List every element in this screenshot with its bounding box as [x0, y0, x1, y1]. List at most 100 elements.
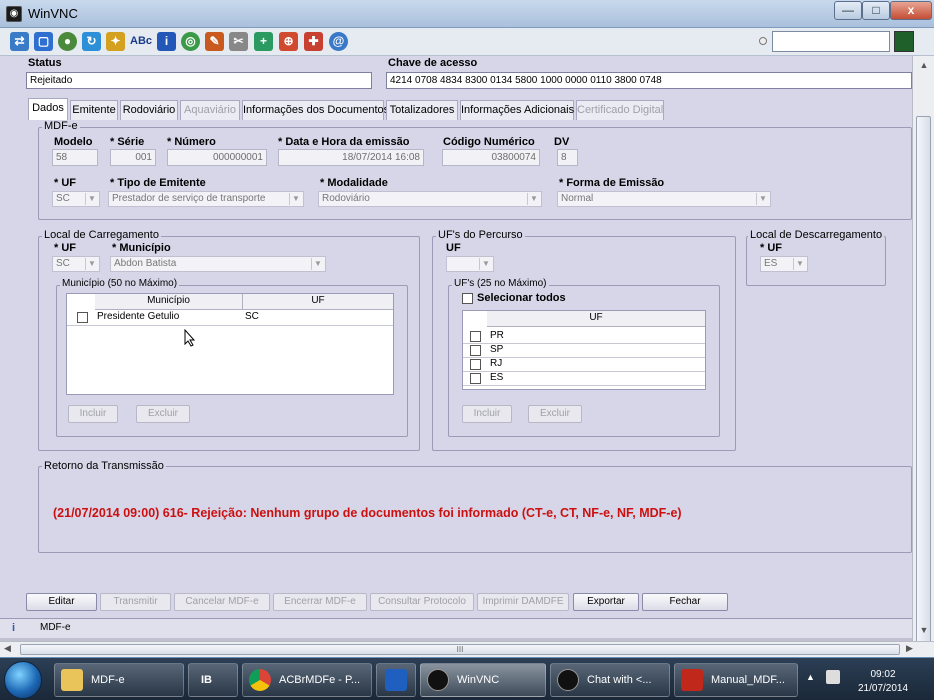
row-checkbox[interactable]	[77, 312, 88, 323]
modelo-field[interactable]: 58	[52, 149, 98, 166]
table-row[interactable]: SP	[463, 344, 705, 358]
horizontal-scrollbar[interactable]: ◀ III ▶	[0, 641, 934, 657]
taskbar-item-outlook[interactable]	[376, 663, 416, 697]
table-row[interactable]: ES	[463, 372, 705, 386]
codigo-numerico-field[interactable]: 03800074	[442, 149, 540, 166]
forma-emissao-value: Normal	[561, 193, 594, 204]
row-uf: ES	[490, 372, 504, 383]
encerrar-mdfe-button[interactable]: Encerrar MDF-e	[273, 593, 367, 611]
table-row[interactable]: RJ	[463, 358, 705, 372]
carregamento-incluir-button[interactable]: Incluir	[68, 405, 118, 423]
tab-informacoes-adicionais[interactable]: Informações Adicionais	[460, 100, 574, 120]
scroll-left-icon[interactable]: ◀	[4, 643, 11, 654]
tab-rodoviario[interactable]: Rodoviário	[120, 100, 178, 120]
row-checkbox[interactable]	[470, 373, 481, 384]
row-municipio: Presidente Getulio	[97, 311, 180, 322]
start-button[interactable]	[4, 661, 42, 699]
horizontal-scroll-thumb[interactable]: III	[20, 644, 900, 655]
minimize-button[interactable]: —	[834, 1, 862, 20]
cancelar-mdfe-button[interactable]: Cancelar MDF-e	[174, 593, 270, 611]
tab-certificado-digital[interactable]: Certificado Digital	[576, 100, 664, 120]
forma-emissao-label: * Forma de Emissão	[559, 177, 665, 189]
taskbar-item-label: WinVNC	[457, 674, 500, 686]
exportar-button[interactable]: Exportar	[573, 593, 639, 611]
maximize-button[interactable]: □	[862, 1, 890, 20]
taskbar-item-winvnc[interactable]: WinVNC	[420, 663, 546, 697]
tab-aquaviario[interactable]: Aquaviário	[180, 100, 240, 120]
chave-field[interactable]: 4214 0708 4834 8300 0134 5800 1000 0000 …	[386, 72, 912, 89]
row-checkbox[interactable]	[470, 359, 481, 370]
vertical-scrollbar[interactable]: ▲ ▼	[912, 56, 934, 656]
scroll-down-icon[interactable]: ▼	[917, 623, 931, 637]
imprimir-damdfe-button[interactable]: Imprimir DAMDFE	[477, 593, 569, 611]
record-icon[interactable]: ✚	[304, 32, 323, 51]
percurso-incluir-button[interactable]: Incluir	[462, 405, 512, 423]
tab-dados[interactable]: Dados	[28, 98, 68, 120]
row-checkbox[interactable]	[470, 345, 481, 356]
font-icon[interactable]: ABc	[130, 32, 152, 51]
tools-icon[interactable]: ✂	[229, 32, 248, 51]
taskbar-item-pdf[interactable]: Manual_MDF...	[674, 663, 798, 697]
network-icon[interactable]	[826, 670, 840, 684]
transfer-icon[interactable]: ◎	[181, 32, 200, 51]
fechar-button[interactable]: Fechar	[642, 593, 728, 611]
editar-button[interactable]: Editar	[26, 593, 97, 611]
taskbar-item-ib[interactable]: IB	[188, 663, 238, 697]
outlook-icon	[385, 669, 407, 691]
data-emissao-field[interactable]: 18/07/2014 16:08	[278, 149, 424, 166]
descarregamento-uf-select[interactable]: ES ▼	[760, 256, 808, 272]
carregamento-excluir-button[interactable]: Excluir	[136, 405, 190, 423]
info-icon[interactable]: i	[157, 32, 176, 51]
taskbar-item-chrome[interactable]: ACBrMDFe - P...	[242, 663, 372, 697]
col-uf: UF	[243, 294, 393, 310]
modalidade-select[interactable]: Rodoviário ▼	[318, 191, 542, 207]
carregamento-uf-value: SC	[56, 258, 70, 269]
carregamento-municipio-select[interactable]: Abdon Batista ▼	[110, 256, 326, 272]
tab-totalizadores[interactable]: Totalizadores	[386, 100, 458, 120]
toolbar-input[interactable]	[772, 31, 890, 52]
taskbar-item-label: Manual_MDF...	[711, 674, 785, 686]
status-field[interactable]: Rejeitado	[26, 72, 372, 89]
table-row[interactable]: PR	[463, 330, 705, 344]
serie-field[interactable]: 001	[110, 149, 156, 166]
chevron-down-icon: ▼	[289, 193, 302, 205]
tipo-emitente-select[interactable]: Prestador de serviço de transporte ▼	[108, 191, 304, 207]
tab-emitente[interactable]: Emitente	[70, 100, 118, 120]
uf-select[interactable]: SC ▼	[52, 191, 100, 207]
close-button[interactable]: x	[890, 1, 932, 20]
ufs-grid[interactable]: UF PR SP RJ ES	[462, 310, 706, 390]
tray-expand-icon[interactable]: ▲	[806, 672, 815, 682]
scroll-right-icon[interactable]: ▶	[906, 643, 913, 654]
carregamento-uf-select[interactable]: SC ▼	[52, 256, 100, 272]
taskbar-item-mdfe[interactable]: MDF-e	[54, 663, 184, 697]
fullscreen-icon[interactable]: ▢	[34, 32, 53, 51]
chat-icon[interactable]: ✎	[205, 32, 224, 51]
options-icon[interactable]: ↻	[82, 32, 101, 51]
select-all-checkbox[interactable]	[462, 293, 473, 304]
taskbar-item-chat[interactable]: Chat with <...	[550, 663, 670, 697]
percurso-excluir-button[interactable]: Excluir	[528, 405, 582, 423]
connection-icon[interactable]: ⇄	[10, 32, 29, 51]
help-icon[interactable]: @	[329, 32, 348, 51]
forma-emissao-select[interactable]: Normal ▼	[557, 191, 771, 207]
select-all-label[interactable]: Selecionar todos	[477, 292, 566, 304]
toolbar-end-icon[interactable]	[894, 31, 914, 52]
consultar-protocolo-button[interactable]: Consultar Protocolo	[370, 593, 474, 611]
municipio-grid[interactable]: Município UF Presidente Getulio SC	[66, 293, 394, 395]
vertical-scroll-thumb[interactable]	[916, 116, 931, 656]
scroll-up-icon[interactable]: ▲	[917, 58, 931, 72]
numero-field[interactable]: 000000001	[167, 149, 267, 166]
transmitir-button[interactable]: Transmitir	[100, 593, 171, 611]
tray-clock[interactable]: 09:02 21/07/2014	[858, 668, 908, 696]
zoom-in-icon[interactable]: +	[254, 32, 273, 51]
send-ctrl-alt-del-icon[interactable]: ✦	[106, 32, 125, 51]
tab-informacoes-documentos[interactable]: Informações dos Documentos	[242, 100, 389, 120]
refresh-icon[interactable]: ●	[58, 32, 77, 51]
dv-field[interactable]: 8	[557, 149, 578, 166]
table-row[interactable]: Presidente Getulio SC	[67, 310, 393, 326]
percurso-uf-select[interactable]: ▼	[446, 256, 494, 272]
row-checkbox[interactable]	[470, 331, 481, 342]
retorno-message: (21/07/2014 09:00) 616- Rejeição: Nenhum…	[53, 506, 682, 520]
remote-desktop-view[interactable]: Status Rejeitado Chave de acesso 4214 07…	[0, 56, 912, 641]
zoom-out-icon[interactable]: ⊕	[279, 32, 298, 51]
